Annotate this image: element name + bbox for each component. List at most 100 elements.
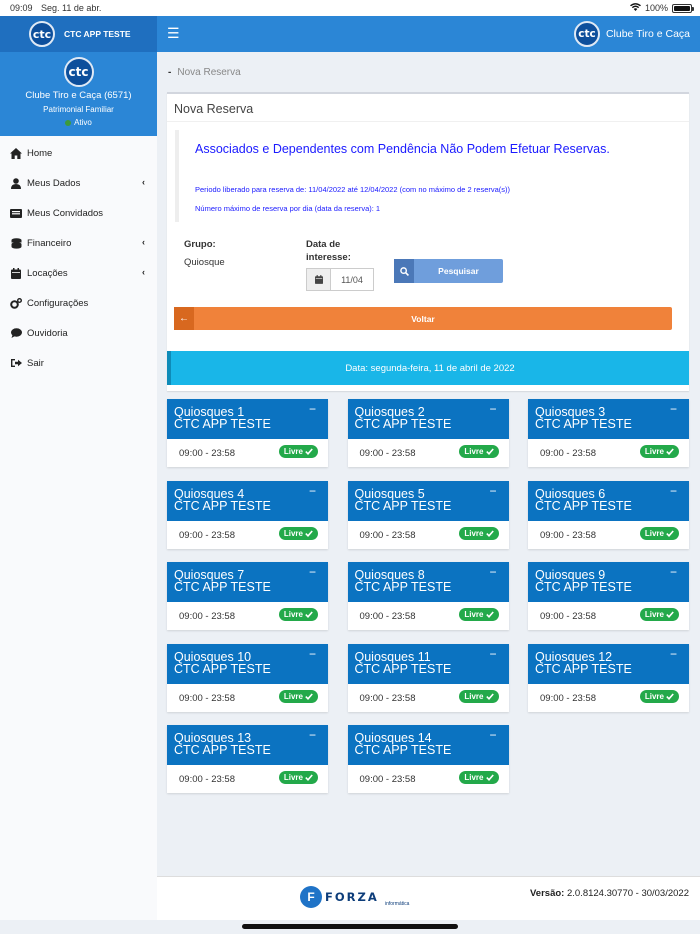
- kiosk-card[interactable]: Quiosques 2 CTC APP TESTE −09:00 - 23:58 Li…: [347, 399, 509, 467]
- group-label: Grupo:: [184, 239, 216, 250]
- kiosk-card[interactable]: Quiosques 1 CTC APP TESTE −09:00 - 23:58 Li…: [167, 399, 328, 467]
- main-content: - Nova Reserva Nova Reserva Associados e …: [157, 52, 700, 876]
- user-icon: [10, 177, 22, 189]
- kiosk-time: 09:00 - 23:58: [179, 611, 235, 622]
- kiosk-card[interactable]: Quiosques 6 CTC APP TESTE − 09:00 - 23:58 Li…: [528, 480, 689, 549]
- menu-toggle-icon[interactable]: ☰: [167, 26, 180, 40]
- notice-period: Periodo liberado para reserva de: 11/04/…: [195, 185, 511, 194]
- kiosk-time: 09:00 - 23:58: [540, 448, 596, 459]
- brand[interactable]: ctc CTC APP TESTE: [0, 16, 157, 52]
- calendar-icon[interactable]: [307, 269, 331, 290]
- minimize-icon[interactable]: −: [309, 648, 316, 660]
- kiosk-card[interactable]: Quiosques 13 CTC APP TESTE −09:00 - 23:58 L…: [167, 725, 328, 793]
- search-button[interactable]: Pesquisar: [394, 259, 503, 283]
- arrow-left-icon: ←: [174, 307, 194, 330]
- club-header[interactable]: ctc Clube Tiro e Caça: [573, 21, 690, 47]
- kiosk-subtitle: CTC APP TESTE: [174, 743, 271, 757]
- footer: F FORZA informática Versão: 2.0.8124.307…: [157, 876, 700, 920]
- kiosk-name: Quiosques 11: [354, 649, 431, 664]
- kiosk-card[interactable]: Quiosques 12 CTC APP TESTE − 09:00 - 23:58 L…: [528, 643, 689, 712]
- sidebar: ctc Clube Tiro e Caça (6571) Patrimonial…: [0, 52, 157, 920]
- status-badge: Livre: [459, 445, 499, 458]
- minimize-icon[interactable]: −: [670, 566, 677, 578]
- check-icon: [666, 611, 674, 618]
- minimize-icon[interactable]: −: [670, 648, 677, 660]
- sidebar-item-configuracoes[interactable]: Configurações: [0, 288, 157, 318]
- app-name: CTC APP TESTE: [64, 29, 131, 39]
- forza-logo-icon: F: [300, 886, 322, 908]
- kiosk-card[interactable]: Quiosques 8 CTC APP TESTE −09:00 - 23:58 Li…: [347, 562, 509, 630]
- sidebar-item-locacoes[interactable]: Locações ‹: [0, 258, 157, 288]
- kiosk-card[interactable]: Quiosques 4 CTC APP TESTE − 09:00 - 23:58 Li…: [167, 480, 328, 549]
- sidebar-item-financeiro[interactable]: Financeiro ‹: [0, 228, 157, 258]
- sidebar-item-meus-convidados[interactable]: Meus Convidados: [0, 198, 157, 228]
- kiosk-subtitle: CTC APP TESTE: [354, 743, 452, 757]
- kiosk-header: Quiosques 4 CTC APP TESTE −: [167, 480, 328, 521]
- status-badge: Livre: [278, 771, 318, 784]
- wifi-icon: [629, 3, 641, 13]
- kiosk-header: Quiosques 3 CTC APP TESTE −: [528, 399, 689, 439]
- home-indicator[interactable]: [242, 924, 458, 929]
- check-icon: [485, 611, 494, 618]
- home-icon: [10, 147, 22, 159]
- date-field[interactable]: 11/04: [306, 268, 374, 291]
- search-icon: [394, 259, 414, 283]
- kiosk-card[interactable]: Quiosques 7 CTC APP TESTE −09:00 - 23:58 Li…: [167, 562, 328, 630]
- kiosk-subtitle: CTC APP TESTE: [535, 661, 632, 676]
- minimize-icon[interactable]: −: [489, 566, 496, 578]
- kiosk-card[interactable]: Quiosques 10 CTC APP TESTE − 09:00 - 23:58 L…: [167, 643, 328, 712]
- page-title: Nova Reserva: [167, 94, 689, 122]
- status-time: 09:09: [10, 3, 33, 13]
- check-icon: [485, 774, 494, 781]
- kiosk-time: 09:00 - 23:58: [179, 448, 235, 459]
- status-badge: Livre: [639, 608, 679, 621]
- minimize-icon[interactable]: −: [309, 566, 316, 578]
- minimize-icon[interactable]: −: [670, 403, 677, 415]
- reservation-panel: Nova Reserva Associados e Dependentes co…: [167, 92, 689, 391]
- kiosk-card[interactable]: Quiosques 11 CTC APP TESTE − 09:00 - 23:58 L…: [347, 643, 509, 712]
- minimize-icon[interactable]: −: [670, 485, 677, 497]
- sidebar-item-home[interactable]: Home: [0, 138, 157, 168]
- kiosk-card[interactable]: Quiosques 5 CTC APP TESTE − 09:00 - 23:58 Li…: [347, 480, 509, 549]
- kiosk-subtitle: CTC APP TESTE: [354, 580, 452, 594]
- sidebar-item-sair[interactable]: Sair: [0, 348, 157, 378]
- date-label: Data de: [306, 239, 341, 250]
- kiosk-name: Quiosques 12: [535, 649, 613, 664]
- kiosk-name: Quiosques 4: [174, 486, 245, 501]
- status-badge: Livre: [459, 771, 499, 784]
- coins-icon: [10, 237, 22, 249]
- sidebar-item-meus-dados[interactable]: Meus Dados ‹: [0, 168, 157, 198]
- kiosk-name: Quiosques 10: [174, 649, 252, 664]
- chevron-left-icon: ‹: [142, 267, 145, 277]
- navbar: ☰ ctc Clube Tiro e Caça: [157, 16, 700, 52]
- forza-subtitle: informática: [385, 901, 410, 907]
- sign-out-icon: [10, 357, 22, 369]
- minimize-icon[interactable]: −: [489, 729, 496, 741]
- back-button[interactable]: ← Voltar: [174, 307, 672, 330]
- status-dot-icon: [65, 119, 72, 126]
- minimize-icon[interactable]: −: [489, 648, 496, 660]
- id-card-icon: [10, 207, 22, 219]
- kiosk-card[interactable]: Quiosques 3 CTC APP TESTE −09:00 - 23:58 Li…: [528, 399, 689, 467]
- ctc-logo-icon: ctc: [29, 21, 55, 47]
- check-icon: [485, 529, 494, 537]
- kiosk-header: Quiosques 6 CTC APP TESTE −: [528, 480, 689, 521]
- minimize-icon[interactable]: −: [489, 403, 496, 415]
- minimize-icon[interactable]: −: [309, 485, 316, 497]
- sidebar-item-ouvidoria[interactable]: Ouvidoria: [0, 318, 157, 348]
- minimize-icon[interactable]: −: [309, 403, 316, 415]
- status-badge: Livre: [459, 526, 499, 540]
- kiosk-header: Quiosques 9 CTC APP TESTE −: [528, 562, 689, 602]
- status-bar: 09:09 Seg. 11 de abr. 100%: [0, 0, 700, 16]
- kiosk-header: Quiosques 1 CTC APP TESTE −: [167, 399, 328, 439]
- kiosk-card[interactable]: Quiosques 9 CTC APP TESTE −09:00 - 23:58 Li…: [528, 562, 689, 630]
- kiosk-card[interactable]: Quiosques 14 CTC APP TESTE −09:00 - 23:58 L…: [347, 725, 509, 793]
- check-icon: [305, 774, 313, 781]
- minimize-icon[interactable]: −: [309, 729, 316, 741]
- kiosk-subtitle: CTC APP TESTE: [535, 417, 632, 431]
- kiosk-header: Quiosques 7 CTC APP TESTE −: [167, 562, 328, 602]
- group-value: Quiosque: [184, 257, 225, 268]
- minimize-icon[interactable]: −: [489, 485, 496, 497]
- check-icon: [305, 448, 313, 455]
- check-icon: [305, 529, 313, 537]
